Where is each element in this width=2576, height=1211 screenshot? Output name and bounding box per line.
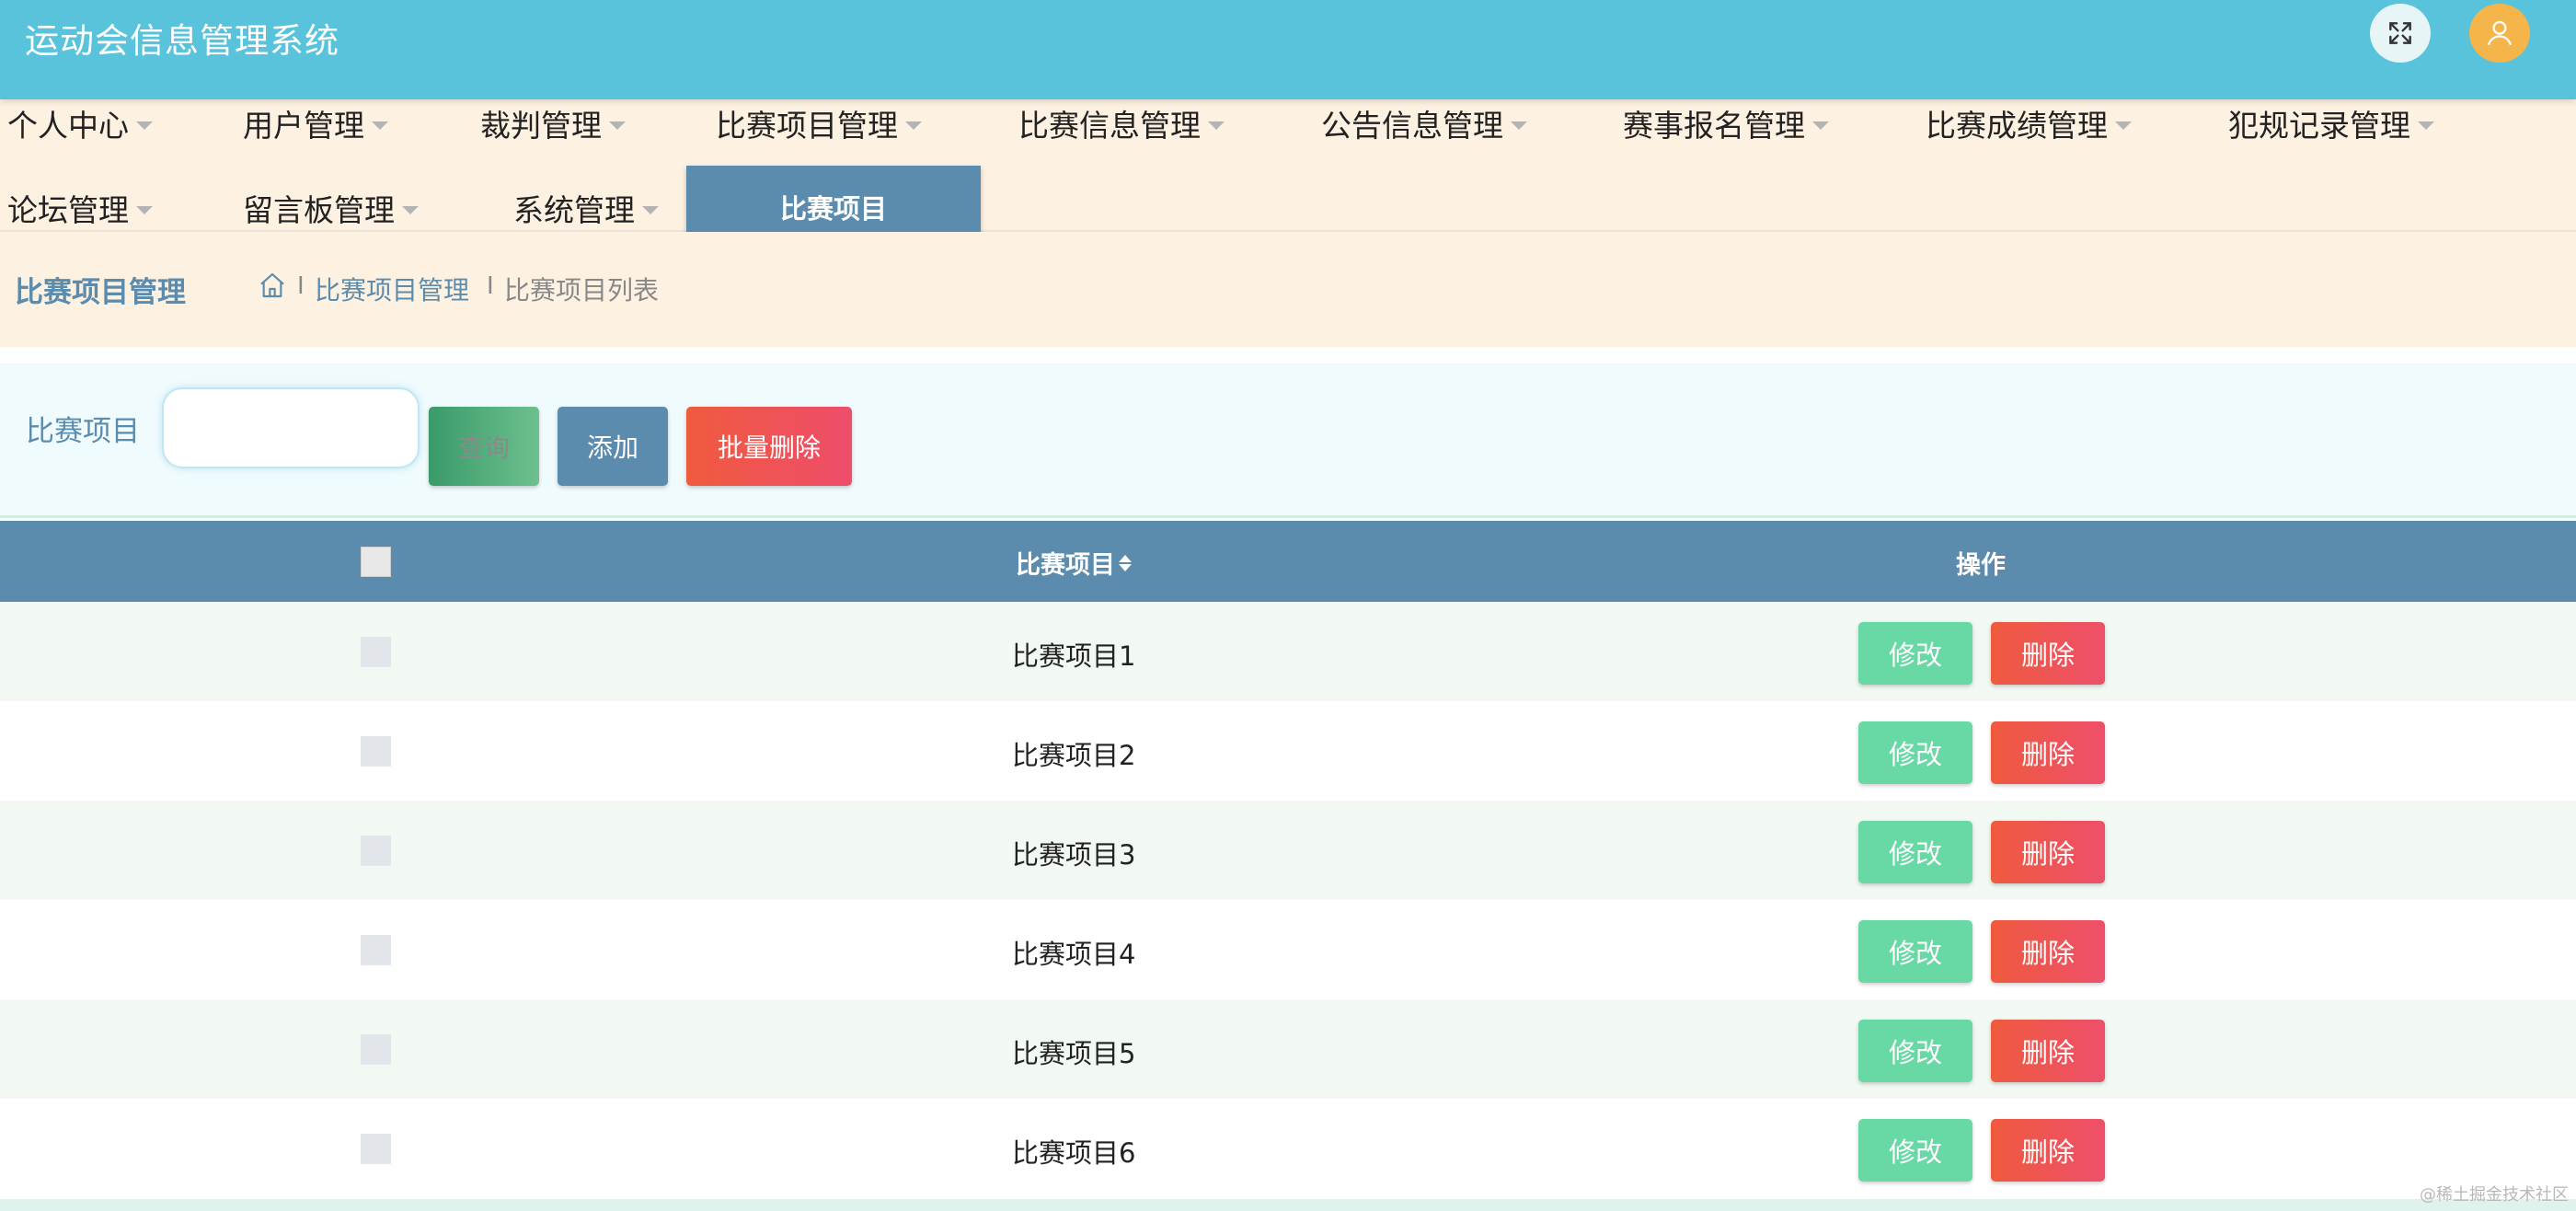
row-checkbox[interactable] <box>361 736 391 767</box>
breadcrumb-current: 比赛项目列表 <box>504 275 660 306</box>
caret-down-icon <box>2418 121 2434 130</box>
row-name: 比赛项目1 <box>1012 640 1136 672</box>
batch-delete-button[interactable]: 批量删除 <box>686 407 852 486</box>
delete-button[interactable]: 删除 <box>1991 920 2105 983</box>
nav-item-notice-management[interactable]: 公告信息管理 <box>1321 103 1527 144</box>
edit-button[interactable]: 修改 <box>1858 721 1972 784</box>
table-footer-strip <box>0 1199 2576 1211</box>
delete-button[interactable]: 删除 <box>1991 821 2105 883</box>
watermark: @稀土掘金技术社区 <box>2420 1185 2569 1205</box>
user-icon <box>2487 20 2513 46</box>
nav-item-referee-management[interactable]: 裁判管理 <box>480 103 626 144</box>
add-button[interactable]: 添加 <box>558 407 668 486</box>
nav-item-message-board-management[interactable]: 留言板管理 <box>243 188 419 228</box>
nav-item-score-management[interactable]: 比赛成绩管理 <box>1926 103 2132 144</box>
edit-button[interactable]: 修改 <box>1858 1119 1972 1182</box>
table-row: 比赛项目2 修改 删除 <box>0 701 2576 801</box>
search-input[interactable] <box>162 387 420 468</box>
delete-button[interactable]: 删除 <box>1991 1020 2105 1082</box>
row-checkbox[interactable] <box>361 1034 391 1065</box>
delete-button[interactable]: 删除 <box>1991 721 2105 784</box>
search-label: 比赛项目 <box>26 415 140 448</box>
caret-down-icon <box>1511 121 1527 130</box>
data-table: 比赛项目 操作 比赛项目1 修改 删除 比赛项目2 修改 删除 比赛项目3 修改… <box>0 521 2576 1198</box>
table-row: 比赛项目4 修改 删除 <box>0 900 2576 999</box>
delete-button[interactable]: 删除 <box>1991 1119 2105 1182</box>
expand-arrows-icon <box>2389 22 2411 44</box>
breadcrumb-separator: I <box>297 272 305 300</box>
breadcrumb-separator: I <box>487 272 494 300</box>
caret-down-icon <box>2115 121 2132 130</box>
caret-down-icon <box>136 205 153 214</box>
breadcrumb-bar: 比赛项目管理 I 比赛项目管理 I 比赛项目列表 <box>0 232 2576 347</box>
nav-item-user-management[interactable]: 用户管理 <box>243 103 388 144</box>
row-checkbox[interactable] <box>361 935 391 965</box>
app-header: 运动会信息管理系统 <box>0 0 2576 99</box>
row-name: 比赛项目6 <box>1012 1137 1136 1169</box>
row-name: 比赛项目2 <box>1012 740 1136 771</box>
caret-down-icon <box>609 121 626 130</box>
row-name: 比赛项目3 <box>1012 839 1136 871</box>
column-header-name[interactable]: 比赛项目 <box>1016 545 1132 581</box>
row-name: 比赛项目5 <box>1012 1038 1136 1069</box>
query-button[interactable]: 查询 <box>429 407 539 486</box>
row-name: 比赛项目4 <box>1012 939 1136 970</box>
select-all-checkbox[interactable] <box>361 547 391 577</box>
row-checkbox[interactable] <box>361 1134 391 1164</box>
caret-down-icon <box>905 121 922 130</box>
breadcrumb-home[interactable] <box>258 271 287 304</box>
nav-item-forum-management[interactable]: 论坛管理 <box>7 188 153 228</box>
table-row: 比赛项目5 修改 删除 <box>0 999 2576 1099</box>
edit-button[interactable]: 修改 <box>1858 1020 1972 1082</box>
nav-item-event-project-management[interactable]: 比赛项目管理 <box>716 103 922 144</box>
nav-item-registration-management[interactable]: 赛事报名管理 <box>1623 103 1829 144</box>
nav-item-system-management[interactable]: 系统管理 <box>513 188 659 228</box>
fullscreen-button[interactable] <box>2370 4 2431 63</box>
row-checkbox[interactable] <box>361 637 391 667</box>
home-icon <box>260 272 284 298</box>
main-nav: 个人中心 用户管理 裁判管理 比赛项目管理 比赛信息管理 公告信息管理 赛事报名… <box>0 99 2576 248</box>
page-title: 比赛项目管理 <box>15 276 186 309</box>
search-bar: 比赛项目 查询 添加 批量删除 <box>0 363 2576 518</box>
caret-down-icon <box>136 121 153 130</box>
row-checkbox[interactable] <box>361 836 391 866</box>
column-header-actions: 操作 <box>1956 551 2006 580</box>
caret-down-icon <box>1208 121 1225 130</box>
edit-button[interactable]: 修改 <box>1858 821 1972 883</box>
caret-down-icon <box>1812 121 1829 130</box>
table-header: 比赛项目 操作 <box>0 521 2576 602</box>
edit-button[interactable]: 修改 <box>1858 920 1972 983</box>
delete-button[interactable]: 删除 <box>1991 622 2105 685</box>
table-row: 比赛项目1 修改 删除 <box>0 602 2576 701</box>
sort-icon <box>1119 554 1132 571</box>
user-avatar-button[interactable] <box>2469 4 2530 63</box>
app-title: 运动会信息管理系统 <box>25 21 339 61</box>
nav-item-personal-center[interactable]: 个人中心 <box>7 103 153 144</box>
edit-button[interactable]: 修改 <box>1858 622 1972 685</box>
table-row: 比赛项目6 修改 删除 <box>0 1099 2576 1198</box>
breadcrumb-link[interactable]: 比赛项目管理 <box>315 271 469 307</box>
table-row: 比赛项目3 修改 删除 <box>0 801 2576 900</box>
nav-item-match-info-management[interactable]: 比赛信息管理 <box>1018 103 1225 144</box>
nav-item-foul-record-management[interactable]: 犯规记录管理 <box>2228 103 2434 144</box>
caret-down-icon <box>642 205 659 214</box>
caret-down-icon <box>402 205 419 214</box>
caret-down-icon <box>372 121 388 130</box>
